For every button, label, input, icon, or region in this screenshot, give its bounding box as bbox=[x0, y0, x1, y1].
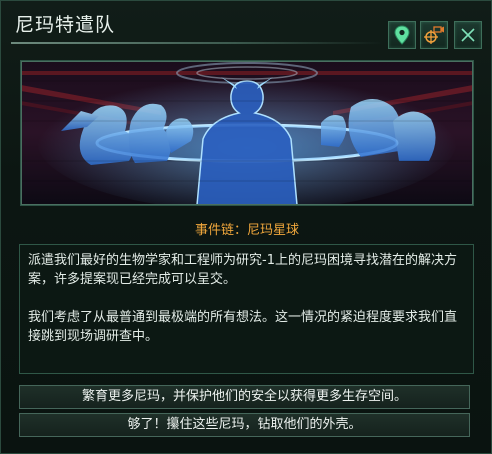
title-bar: 尼玛特遣队 bbox=[1, 1, 491, 49]
location-button[interactable] bbox=[388, 21, 416, 49]
camera-target-icon bbox=[424, 26, 444, 44]
option-harvest-button[interactable]: 够了！攥住这些尼玛，钻取他们的外壳。 bbox=[19, 413, 470, 437]
event-illustration bbox=[20, 60, 474, 206]
event-chain-label: 事件链：尼玛星球 bbox=[194, 223, 299, 238]
event-description: 派遣我们最好的生物学家和工程师为研究-1上的尼玛困境寻找潜在的解决方案，许多提案… bbox=[19, 244, 474, 374]
dialog-title: 尼玛特遣队 bbox=[15, 14, 116, 36]
event-dialog: 尼玛特遣队 事件链：尼玛星球 派遣我们最好的生物学家和工程师为研究-1上的尼玛困… bbox=[0, 0, 492, 454]
option-breed-button[interactable]: 繁育更多尼玛，并保护他们的安全以获得更多生存空间。 bbox=[19, 385, 470, 409]
close-button[interactable] bbox=[454, 21, 482, 49]
camera-focus-button[interactable] bbox=[420, 21, 448, 49]
description-paragraph-2: 我们考虑了从最普通到最极端的所有想法。这一情况的紧迫程度要求我们直接跳到现场调研… bbox=[28, 310, 458, 344]
title-underline bbox=[11, 42, 383, 44]
location-pin-icon bbox=[394, 25, 410, 45]
close-icon bbox=[461, 28, 475, 42]
hologram-council-image bbox=[21, 61, 473, 205]
description-paragraph-1: 派遣我们最好的生物学家和工程师为研究-1上的尼玛困境寻找潜在的解决方案，许多提案… bbox=[28, 253, 457, 287]
